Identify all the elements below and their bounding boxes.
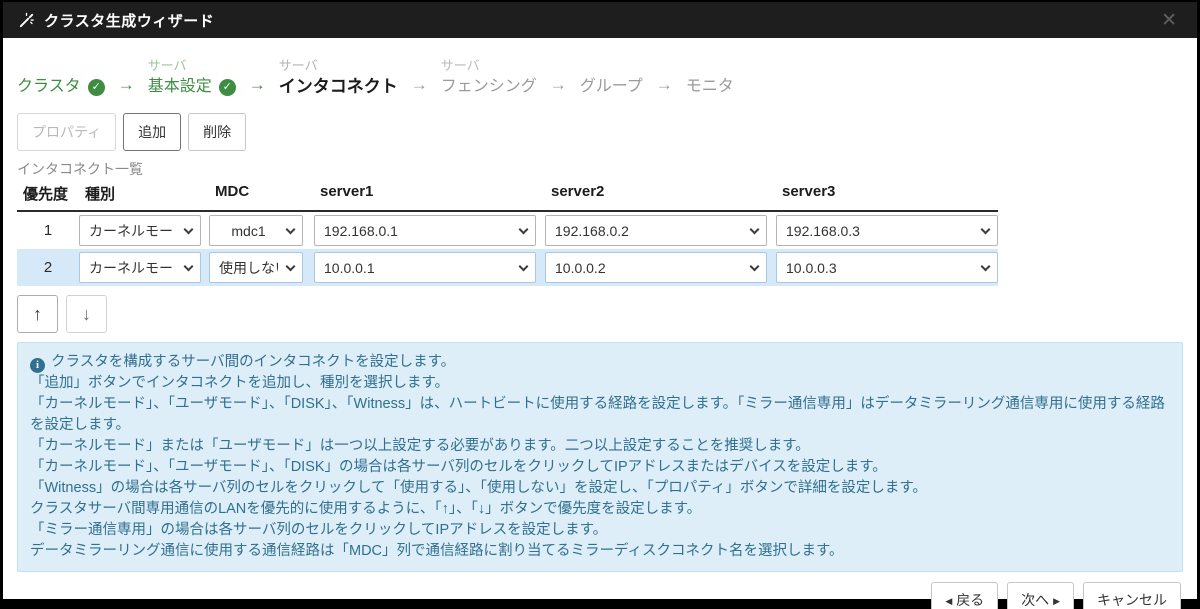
back-arrow-icon: ◀ (945, 596, 952, 606)
server2-select[interactable]: 10.0.0.2 (545, 252, 767, 283)
step-label: クラスタ (17, 75, 81, 99)
step-complete-icon: ✓ (88, 79, 105, 96)
interconnect-table: 優先度 種別 MDC server1 server2 server3 1 カーネ… (17, 183, 998, 286)
server1-select[interactable]: 10.0.0.1 (314, 252, 536, 283)
header-server3: server3 (776, 183, 998, 204)
info-line: クラスタサーバ間専用通信のLANを優先的に使用するように、「↑」、「↓」ボタンで… (30, 499, 1170, 520)
property-button[interactable]: プロパティ (17, 113, 116, 151)
type-select[interactable]: カーネルモード (79, 215, 201, 246)
step-label: グループ (580, 75, 643, 99)
step-group[interactable]: グループ (580, 56, 643, 99)
table-row[interactable]: 1 カーネルモード mdc1 192.168.0.1 192.168.0.2 1… (17, 212, 998, 249)
arrow-down-icon: ↓ (82, 304, 91, 324)
footer-actions: ◀ 戻る 次へ ▶ キャンセル (3, 582, 1181, 609)
info-line: 「カーネルモード」、「ユーザモード」、「DISK」の場合は各サーバ列のセルをクリ… (30, 457, 1170, 478)
header-server2: server2 (545, 183, 767, 204)
step-arrow-icon: → (656, 73, 673, 97)
info-line: iクラスタを構成するサーバ間のインタコネクトを設定します。 (30, 352, 1170, 373)
info-line: データミラーリング通信に使用する通信経路は「MDC」列で通信経路に割り当てるミラ… (30, 541, 1170, 562)
step-label: モニタ (686, 75, 734, 99)
server3-select[interactable]: 192.168.0.3 (776, 215, 998, 246)
interconnect-list-caption: インタコネクト一覧 (17, 159, 1197, 179)
arrow-up-icon: ↑ (33, 304, 42, 324)
step-basic-settings[interactable]: サーバ 基本設定✓ (148, 56, 236, 99)
priority-value: 1 (17, 222, 79, 239)
reorder-controls: ↑ ↓ (17, 295, 1197, 333)
header-type: 種別 (79, 183, 201, 204)
step-arrow-icon: → (249, 73, 266, 97)
info-panel: iクラスタを構成するサーバ間のインタコネクトを設定します。 「追加」ボタンでイン… (17, 342, 1183, 572)
step-arrow-icon: → (411, 73, 428, 97)
info-line: 「カーネルモード」または「ユーザモード」は一つ以上設定する必要があります。二つ以… (30, 436, 1170, 457)
wizard-steps: クラスタ✓ → サーバ 基本設定✓ → サーバ インタコネクト → サーバ フェ… (17, 56, 1197, 99)
next-button[interactable]: 次へ ▶ (1007, 582, 1074, 609)
step-cluster[interactable]: クラスタ ✓ (17, 56, 105, 99)
info-line: 「カーネルモード」、「ユーザモード」、「DISK」、「Witness」は、ハート… (30, 394, 1170, 436)
mdc-select[interactable]: mdc1 (209, 215, 303, 246)
info-line: 「追加」ボタンでインタコネクトを追加し、種別を選択します。 (30, 373, 1170, 394)
wizard-wand-icon (17, 11, 36, 30)
step-label: フェンシング (441, 75, 537, 99)
priority-value: 2 (17, 259, 79, 276)
step-monitor[interactable]: モニタ (686, 56, 734, 99)
toolbar: プロパティ 追加 削除 (17, 113, 1197, 151)
cancel-button[interactable]: キャンセル (1083, 582, 1181, 609)
step-label: インタコネクト (279, 75, 398, 99)
header-server1: server1 (314, 183, 536, 204)
next-arrow-icon: ▶ (1053, 596, 1060, 606)
move-up-button[interactable]: ↑ (17, 295, 58, 333)
back-button[interactable]: ◀ 戻る (931, 582, 998, 609)
delete-button[interactable]: 削除 (188, 113, 246, 151)
step-arrow-icon: → (118, 73, 135, 97)
mdc-select[interactable]: 使用しない (209, 252, 303, 283)
server1-select[interactable]: 192.168.0.1 (314, 215, 536, 246)
step-label: 基本設定 (148, 75, 212, 99)
step-fencing[interactable]: サーバ フェンシング (441, 56, 537, 99)
table-row-selected[interactable]: 2 カーネルモード 使用しない 10.0.0.1 10.0.0.2 10.0.0… (17, 249, 998, 286)
move-down-button[interactable]: ↓ (66, 295, 107, 333)
step-complete-icon: ✓ (219, 79, 236, 96)
info-icon: i (30, 358, 45, 373)
window-title: クラスタ生成ウィザード (44, 10, 214, 31)
step-arrow-icon: → (550, 73, 567, 97)
step-interconnect[interactable]: サーバ インタコネクト (279, 56, 398, 99)
info-line: 「Witness」の場合は各サーバ列のセルをクリックして「使用する」、「使用しな… (30, 478, 1170, 499)
type-select[interactable]: カーネルモード (79, 252, 201, 283)
header-mdc: MDC (209, 183, 303, 204)
header-priority: 優先度 (17, 183, 79, 204)
add-button[interactable]: 追加 (123, 113, 181, 151)
titlebar: クラスタ生成ウィザード ✕ (3, 2, 1197, 38)
close-icon[interactable]: ✕ (1155, 9, 1183, 32)
table-header-row: 優先度 種別 MDC server1 server2 server3 (17, 183, 998, 212)
server3-select[interactable]: 10.0.0.3 (776, 252, 998, 283)
info-line: 「ミラー通信専用」の場合は各サーバ列のセルをクリックしてIPアドレスを設定します… (30, 520, 1170, 541)
server2-select[interactable]: 192.168.0.2 (545, 215, 767, 246)
